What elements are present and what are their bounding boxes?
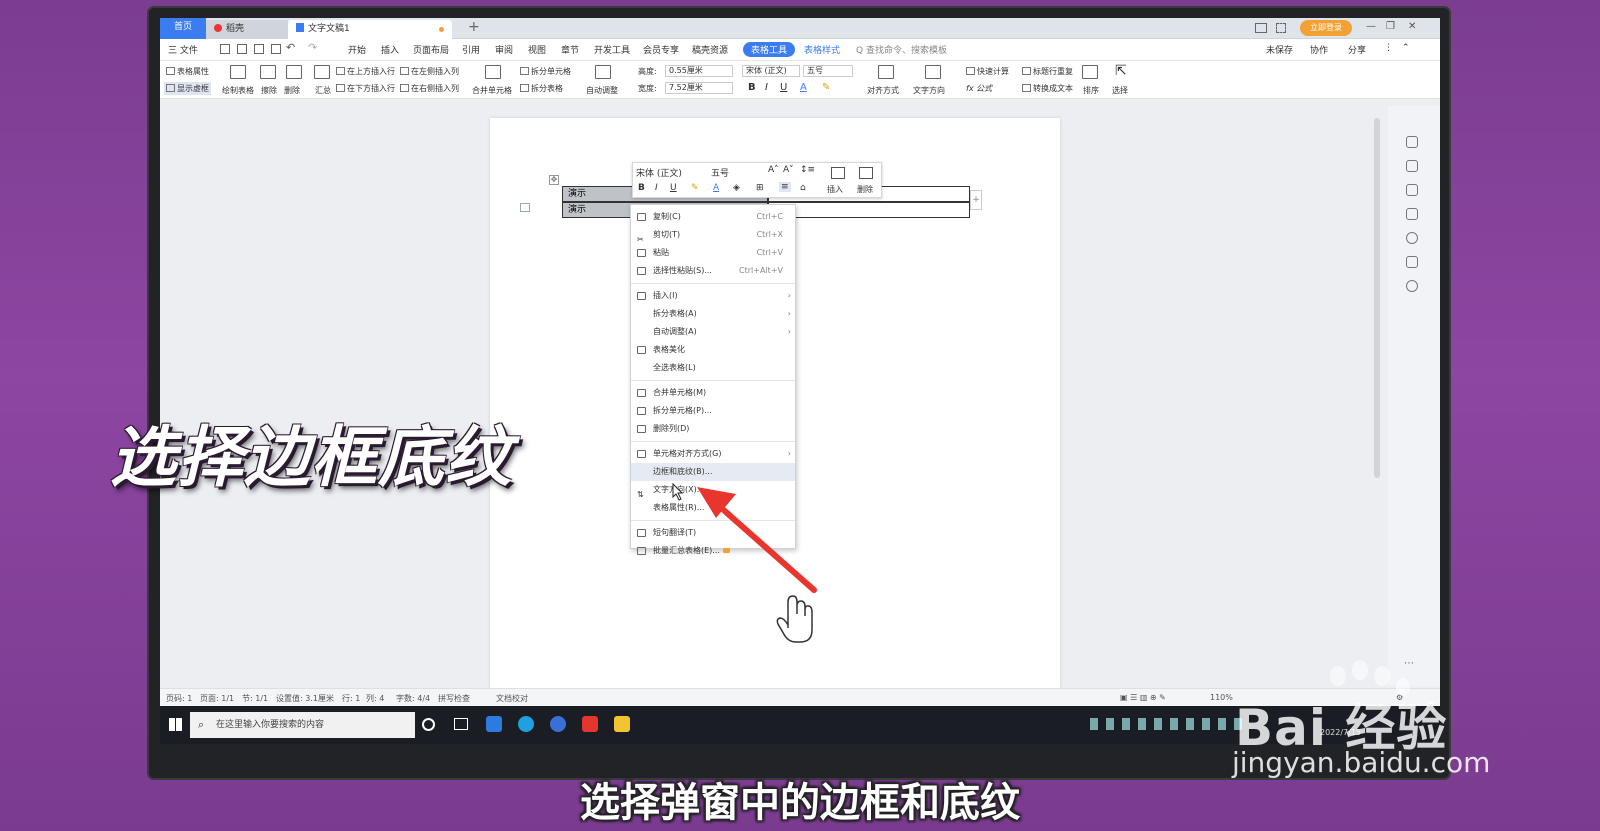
overlay-caption: 选择边框底纹 [110,419,512,496]
small-cursor-icon [672,482,684,501]
arrow-shaft [715,502,817,593]
hand-cursor-icon [776,595,813,643]
watermark-url: jingyan.baidu.com [1232,746,1491,779]
